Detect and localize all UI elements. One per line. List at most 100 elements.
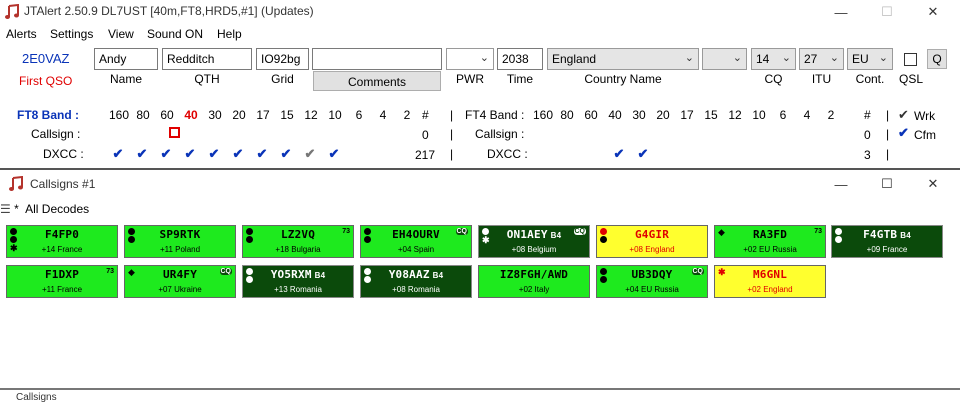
ft8-band-12: 12 [304,108,318,122]
cont-label: Cont. [855,72,885,86]
qth-field[interactable]: Redditch [162,48,252,70]
cq-badge: CQ [573,228,586,235]
white-dot-icon [482,228,489,235]
callsign-tile[interactable]: SP9RTK +11 Poland [124,225,236,258]
callsign-tile[interactable]: RA3FD +02 EU Russia 73 ◆ [714,225,826,258]
ft8-band-20: 20 [232,108,246,122]
white-dot-icon [246,268,253,275]
ft8-dxcc-tick-15: ✔ [280,146,292,161]
menu-view[interactable]: View [108,27,134,41]
callsign-tile[interactable]: LZ2VQ +18 Bulgaria 73 [242,225,354,258]
name-label: Name [109,72,142,86]
menu-help[interactable]: Help [217,27,242,41]
menu-bar: Alerts Settings View Sound ON Help [0,24,960,44]
itu-dropdown[interactable]: 27 ⌄ [799,48,844,70]
tile-info: +04 Spain [397,245,435,254]
ft4-band-30: 30 [632,108,646,122]
comments-field[interactable] [312,48,442,70]
ft8-dxcc-count: 217 [415,148,436,162]
callsign-tile[interactable]: F4FP0 +14 France ✱ [6,225,118,258]
tile-info: +09 France [866,245,908,254]
time-label: Time [506,72,534,86]
tile-status-markers [600,268,607,284]
tile-info: +11 Poland [159,245,201,254]
minimize-button[interactable]: — [818,0,864,24]
menu-alerts[interactable]: Alerts [6,27,37,41]
cont-value: EU [852,52,869,66]
confirmed-check-icon: ✔ [898,125,909,140]
hamburger-menu-icon[interactable]: ☰ [0,202,11,216]
q-button[interactable]: Q [927,49,947,69]
tile-status-markers [128,228,135,244]
ft8-band-4: 4 [379,108,387,122]
grid-field[interactable]: IO92bg [256,48,309,70]
callsign-tile[interactable]: EH4OURV +04 Spain CQ [360,225,472,258]
close-button[interactable]: ✕ [910,0,956,24]
ft8-band-160: 160 [109,108,130,122]
tile-info: +02 England [747,285,793,294]
diamond-icon: ◆ [128,267,135,277]
callsign-tile[interactable]: IZ8FGH/AWD +02 Italy [478,265,590,298]
decodes-filter[interactable]: ☰ * All Decodes [0,202,89,216]
ft4-hash: # [864,108,871,122]
tile-status-markers: ◆ [718,228,725,237]
time-field[interactable]: 2038 [497,48,543,70]
qsl-checkbox[interactable] [904,53,917,66]
tile-before-tag: B4 [432,271,444,280]
callsign-tile[interactable]: UB3DQY +04 EU Russia CQ [596,265,708,298]
callsigns-close-button[interactable]: ✕ [910,172,956,196]
comments-button[interactable]: Comments [313,71,441,91]
extra-dropdown[interactable]: ⌄ [702,48,747,70]
separator: | [450,147,454,161]
callsign-tile[interactable]: F4GTB B4 +09 France [831,225,943,258]
tile-status-markers: ✱ [718,267,726,277]
cq-dropdown[interactable]: 14 ⌄ [751,48,796,70]
callsign-tile[interactable]: UR4FY +07 Ukraine CQ ◆ [124,265,236,298]
ft4-band-12: 12 [728,108,742,122]
callsign-tile[interactable]: YO5RXM B4 +13 Romania [242,265,354,298]
name-field[interactable]: Andy [94,48,158,70]
pwr-dropdown[interactable]: ⌄ [446,48,494,70]
chevron-down-icon: ⌄ [732,52,742,64]
maximize-button[interactable]: ☐ [864,0,910,24]
separator: | [450,127,454,141]
ft8-40m-unworked-marker [169,127,180,138]
star-icon: ✱ [718,267,726,277]
ft4-dxcc-label: DXCC : [487,147,528,161]
ft8-band-15: 15 [280,108,294,122]
cont-dropdown[interactable]: EU ⌄ [847,48,893,70]
tile-before-tag: B4 [900,231,911,240]
window-divider [0,168,960,170]
legend-wrk: Wrk [914,109,936,123]
tile-callsign: Y08AAZ [388,268,430,281]
country-dropdown[interactable]: England ⌄ [547,48,699,70]
menu-sound[interactable]: Sound ON [147,27,203,41]
callsign-tile[interactable]: G4GIR +08 England [596,225,708,258]
callsign-tile[interactable]: ON1AEY B4 +08 Belgium CQ ✱ [478,225,590,258]
black-dot-icon [10,236,17,243]
black-dot-icon [128,228,135,235]
ft4-callsign-count: 0 [864,128,871,142]
chevron-down-icon: ⌄ [878,52,888,64]
ft4-band-17: 17 [680,108,694,122]
ft4-band-40: 40 [608,108,622,122]
chevron-down-icon: ⌄ [479,52,489,64]
separator: | [886,147,890,161]
tile-status-markers: ◆ [128,267,135,277]
seventy-three-badge: 73 [342,228,350,235]
callsigns-maximize-button[interactable]: ☐ [864,172,910,196]
menu-settings[interactable]: Settings [50,27,93,41]
callsign-tile[interactable]: F1DXP +11 France 73 [6,265,118,298]
callsign-tile[interactable]: M6GNL +02 England ✱ [714,265,826,298]
tile-callsign: YO5RXM [270,268,312,281]
tile-info: +08 Belgium [511,245,557,254]
tile-info: +02 EU Russia [743,245,797,254]
black-dot-icon [246,236,253,243]
ft8-dxcc-tick-160: ✔ [112,146,124,161]
tile-callsign: EH4OURV [392,228,440,241]
ft4-band-4: 4 [803,108,811,122]
tile-callsign: LZ2VQ [280,228,316,241]
callsigns-minimize-button[interactable]: — [818,172,864,196]
callsign-tile[interactable]: Y08AAZ B4 +08 Romania [360,265,472,298]
cq-value: 14 [756,52,770,66]
